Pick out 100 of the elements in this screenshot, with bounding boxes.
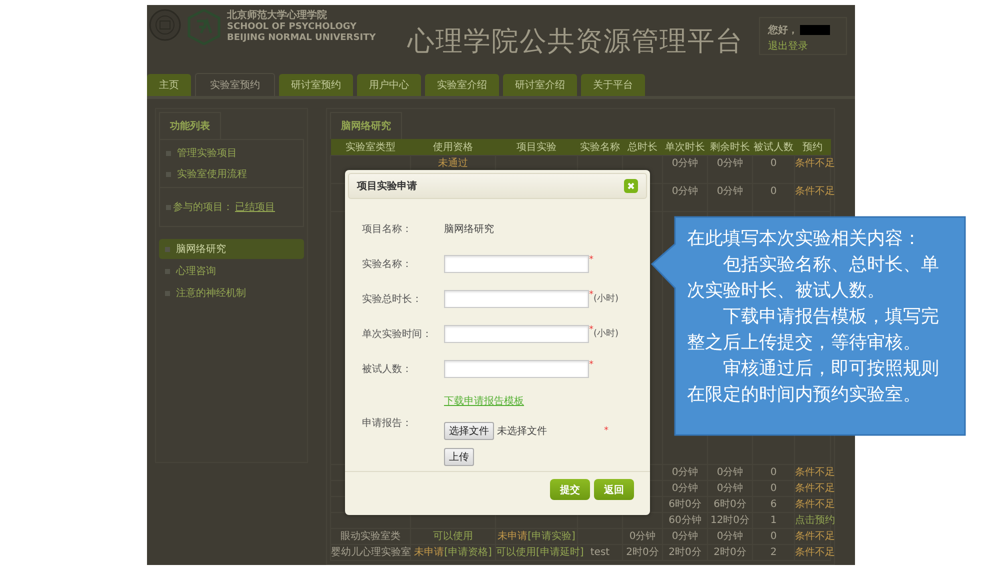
- nav-tab[interactable]: 实验室预约: [195, 73, 275, 96]
- school-name: BEIJING NORMAL UNIVERSITY: [227, 33, 376, 44]
- nav-tab[interactable]: 用户中心: [357, 74, 421, 96]
- column-header: 被试人数: [754, 142, 794, 153]
- nav-tab[interactable]: 实验室介绍: [425, 74, 499, 96]
- input-field[interactable]: [444, 254, 589, 272]
- table-cell: 0分钟: [672, 483, 698, 494]
- table-cell: 0分钟: [672, 531, 698, 542]
- table-cell: 2时0分: [626, 547, 659, 558]
- school-name: SCHOOL OF PSYCHOLOGY: [227, 22, 358, 33]
- booking-link[interactable]: 点击预约: [795, 515, 835, 526]
- unit-text: (小时): [594, 292, 619, 305]
- status-text: 未通过: [438, 158, 468, 169]
- table-cell: 2: [770, 547, 777, 558]
- field-label: 单次实验时间：: [362, 328, 433, 340]
- status-text: 未申请: [414, 547, 444, 558]
- nav-tab[interactable]: 主页: [147, 74, 191, 96]
- callout-paragraph: 下载申请报告模板，填写完整之后上传提交，等待审核。: [687, 305, 940, 355]
- sidebar-link[interactable]: 管理实验项目: [177, 146, 237, 160]
- table-cell: 1: [770, 515, 777, 526]
- column-header: 单次时长: [665, 142, 705, 153]
- sidebar-link[interactable]: 实验室使用流程: [177, 167, 247, 181]
- table-cell: 0: [770, 531, 777, 542]
- status-text: 可以使用: [496, 547, 536, 558]
- project-item[interactable]: 脑网络研究: [159, 239, 304, 259]
- projects-label: 参与的项目：: [173, 200, 233, 214]
- table-cell: 0分钟: [672, 467, 698, 478]
- unit-text: (小时): [594, 328, 619, 340]
- booking-link[interactable]: 条件不足: [795, 531, 835, 542]
- upload-button[interactable]: 上传: [444, 448, 474, 466]
- table-cell: 眼动实验室类: [340, 531, 400, 542]
- input-field[interactable]: [444, 324, 589, 342]
- table-cell: 0分钟: [716, 158, 744, 169]
- nav-tab[interactable]: 关于平台: [581, 74, 645, 96]
- booking-link[interactable]: 条件不足: [795, 499, 835, 510]
- close-icon[interactable]: [624, 179, 638, 193]
- project-item[interactable]: 注意的神经机制: [159, 283, 304, 303]
- table-cell: 婴幼儿心理实验室: [331, 547, 411, 558]
- table-cell: test: [590, 547, 610, 558]
- booking-link[interactable]: 条件不足: [795, 467, 835, 478]
- field-label: 被试人数：: [362, 362, 413, 376]
- table-cell: 6: [770, 499, 777, 510]
- nav-tab[interactable]: 研讨室预约: [279, 74, 353, 96]
- field-label: 申请报告：: [362, 416, 413, 431]
- input-field[interactable]: [444, 290, 589, 308]
- required-mark: *: [604, 426, 608, 436]
- table-cell: 0分钟: [629, 531, 656, 542]
- column-header: 使用资格: [433, 142, 473, 153]
- site-title: 心理学院公共资源管理平台: [408, 25, 744, 59]
- bullet-icon: [166, 204, 171, 210]
- field-label: 实验名称：: [362, 258, 413, 270]
- input-field[interactable]: [444, 360, 589, 378]
- table-cell: 0分钟: [716, 186, 744, 197]
- booking-link[interactable]: 条件不足: [795, 483, 835, 494]
- dialog-button[interactable]: 提交: [550, 479, 590, 500]
- status-text: 未申请: [498, 531, 528, 542]
- nav-tab[interactable]: 研讨室介绍: [503, 74, 577, 96]
- projects-link[interactable]: 已结项目: [235, 200, 275, 214]
- required-mark: *: [589, 290, 594, 300]
- field-label: 项目名称：: [362, 222, 413, 236]
- callout-paragraph: 包括实验名称、总时长、单次实验时长、被试人数。: [687, 253, 940, 303]
- column-header: 项目实验: [516, 142, 556, 153]
- school-name: 北京师范大学心理学院: [227, 10, 328, 22]
- greeting-text: 您好，: [768, 24, 798, 37]
- booking-link[interactable]: 条件不足: [795, 186, 835, 197]
- action-link[interactable]: [申请资格]: [444, 547, 492, 558]
- status-text: 可以使用: [433, 531, 473, 542]
- table-cell: 0分钟: [672, 158, 698, 169]
- required-mark: *: [589, 255, 594, 265]
- bullet-icon: [166, 172, 171, 176]
- choose-file-button[interactable]: 选择文件: [444, 422, 494, 440]
- file-status: 未选择文件: [497, 424, 548, 438]
- required-mark: *: [589, 360, 594, 370]
- table-cell: 2时0分: [714, 547, 746, 558]
- column-header: 剩余时长: [710, 142, 750, 153]
- table-cell: 6时0分: [668, 499, 702, 510]
- table-cell: 12时0分: [710, 515, 750, 526]
- project-item[interactable]: 心理咨询: [159, 261, 304, 281]
- required-mark: *: [589, 325, 594, 335]
- table-cell: 0: [770, 158, 777, 169]
- booking-link[interactable]: 条件不足: [795, 158, 835, 169]
- logout-link[interactable]: 退出登录: [768, 39, 838, 53]
- column-header: 实验室类型: [346, 142, 396, 153]
- booking-link[interactable]: 条件不足: [795, 547, 835, 558]
- table-cell: 0分钟: [672, 186, 698, 197]
- bullet-icon: [166, 150, 171, 156]
- project-name: 脑网络研究: [444, 222, 494, 236]
- redaction-bar: [800, 25, 830, 35]
- action-link[interactable]: [申请实验]: [528, 531, 576, 542]
- dialog-title: 项目实验申请: [357, 179, 417, 193]
- download-link[interactable]: 下载申请报告模板: [444, 394, 524, 408]
- table-cell: 0分钟: [716, 467, 744, 478]
- table-cell: 0: [770, 483, 777, 494]
- action-link[interactable]: [申请延时]: [536, 547, 584, 558]
- dialog-button[interactable]: 返回: [594, 479, 634, 500]
- column-header: 总时长: [628, 142, 658, 153]
- table-cell: 0: [770, 186, 777, 197]
- table-cell: 2时0分: [668, 547, 702, 558]
- callout-paragraph: 在此填写本次实验相关内容：: [687, 227, 922, 251]
- table-cell: 60分钟: [668, 515, 702, 526]
